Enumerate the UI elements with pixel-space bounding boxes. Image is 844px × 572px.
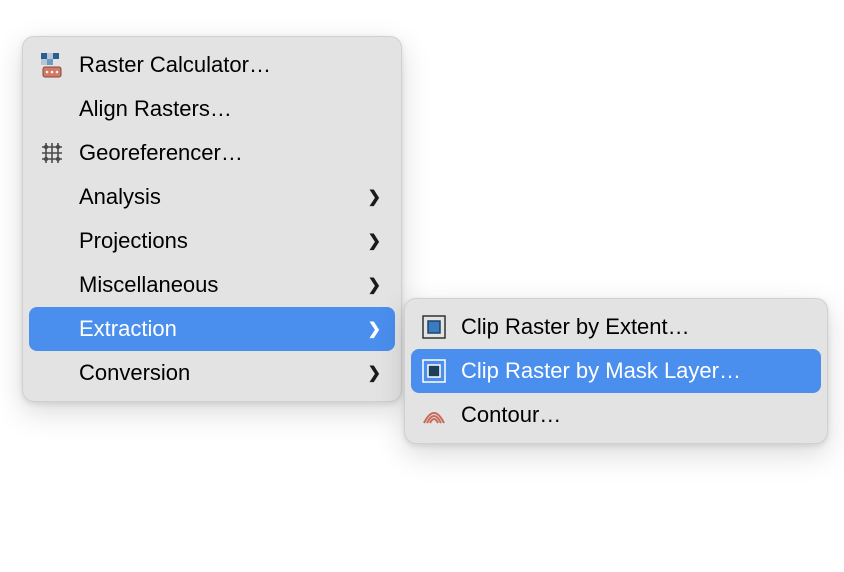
submenu-item-clip-by-extent[interactable]: Clip Raster by Extent… bbox=[405, 305, 827, 349]
menu-item-raster-calculator[interactable]: Raster Calculator… bbox=[23, 43, 401, 87]
chevron-right-icon: ❯ bbox=[368, 275, 381, 295]
menu-item-label: Align Rasters… bbox=[79, 96, 381, 122]
georef-icon bbox=[37, 138, 67, 168]
blank-icon bbox=[37, 226, 67, 256]
raster-menu: Raster Calculator… Align Rasters… Georef… bbox=[22, 36, 402, 402]
menu-item-miscellaneous[interactable]: Miscellaneous ❯ bbox=[23, 263, 401, 307]
submenu-item-contour[interactable]: Contour… bbox=[405, 393, 827, 437]
menu-item-label: Analysis bbox=[79, 184, 356, 210]
menu-item-analysis[interactable]: Analysis ❯ bbox=[23, 175, 401, 219]
menu-item-georeferencer[interactable]: Georeferencer… bbox=[23, 131, 401, 175]
contour-icon bbox=[419, 400, 449, 430]
menu-item-extraction[interactable]: Extraction ❯ bbox=[29, 307, 395, 351]
clip-mask-icon bbox=[419, 356, 449, 386]
chevron-right-icon: ❯ bbox=[368, 363, 381, 383]
menu-item-label: Extraction bbox=[79, 316, 356, 342]
clip-extent-icon bbox=[419, 312, 449, 342]
menu-item-label: Miscellaneous bbox=[79, 272, 356, 298]
submenu-item-label: Clip Raster by Mask Layer… bbox=[461, 358, 807, 384]
chevron-right-icon: ❯ bbox=[368, 231, 381, 251]
blank-icon bbox=[37, 314, 67, 344]
menu-item-label: Raster Calculator… bbox=[79, 52, 381, 78]
submenu-item-label: Contour… bbox=[461, 402, 807, 428]
menu-item-label: Conversion bbox=[79, 360, 356, 386]
menu-item-label: Projections bbox=[79, 228, 356, 254]
submenu-item-clip-by-mask-layer[interactable]: Clip Raster by Mask Layer… bbox=[411, 349, 821, 393]
menu-item-projections[interactable]: Projections ❯ bbox=[23, 219, 401, 263]
blank-icon bbox=[37, 94, 67, 124]
extraction-submenu: Clip Raster by Extent… Clip Raster by Ma… bbox=[404, 298, 828, 444]
menu-item-align-rasters[interactable]: Align Rasters… bbox=[23, 87, 401, 131]
blank-icon bbox=[37, 182, 67, 212]
raster-calc-icon bbox=[37, 50, 67, 80]
blank-icon bbox=[37, 270, 67, 300]
blank-icon bbox=[37, 358, 67, 388]
submenu-item-label: Clip Raster by Extent… bbox=[461, 314, 807, 340]
menu-item-conversion[interactable]: Conversion ❯ bbox=[23, 351, 401, 395]
chevron-right-icon: ❯ bbox=[368, 187, 381, 207]
menu-item-label: Georeferencer… bbox=[79, 140, 381, 166]
chevron-right-icon: ❯ bbox=[368, 319, 381, 339]
